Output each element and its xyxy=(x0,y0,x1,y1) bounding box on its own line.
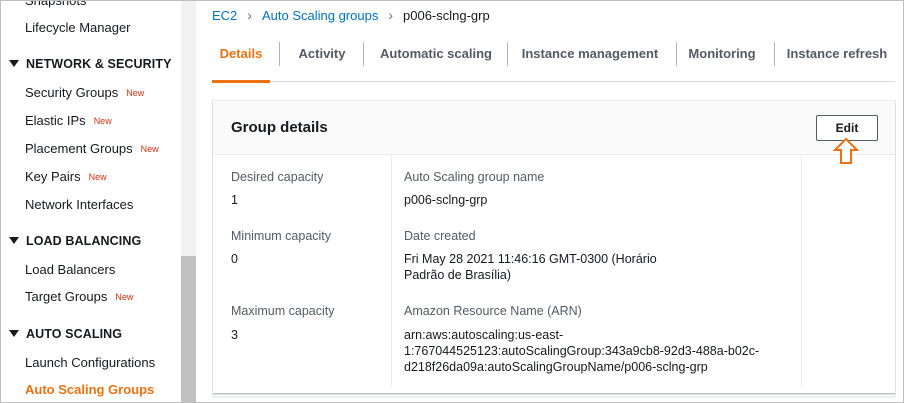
arn-value-line-2: 1:767044525123:autoScalingGroup:343a9cb8… xyxy=(404,344,760,358)
sidebar-item-label: Launch Configurations xyxy=(25,355,156,370)
sidebar-item-label: Target Groups xyxy=(25,289,108,304)
chevron-right-icon: › xyxy=(388,7,393,23)
sidebar-item-auto-scaling-groups[interactable]: Auto Scaling Groups xyxy=(25,382,154,397)
sidebar-item-label: Placement Groups xyxy=(25,141,133,156)
desired-capacity-label: Desired capacity xyxy=(231,170,324,184)
sidebar-item-label: Auto Scaling Groups xyxy=(25,382,155,397)
sidebar-item-label: Security Groups xyxy=(25,85,119,100)
tab-monitoring[interactable]: Monitoring xyxy=(686,36,758,82)
tab-divider xyxy=(363,42,364,66)
tab-instance-refresh[interactable]: Instance refresh xyxy=(786,36,888,82)
sidebar-item-label: Load Balancers xyxy=(25,262,116,277)
tab-divider xyxy=(279,42,280,66)
tab-automatic-scaling[interactable]: Automatic scaling xyxy=(376,36,496,82)
sidebar-section-label: NETWORK & SECURITY xyxy=(26,57,172,71)
up-arrow-outline-icon xyxy=(832,137,860,164)
sidebar-item-target-groups[interactable]: Target Groups New xyxy=(25,289,133,304)
breadcrumb-current: p006-sclng-grp xyxy=(403,8,490,23)
tab-bar: Details Activity Automatic scaling Insta… xyxy=(212,36,895,83)
sidebar: Snapshots Lifecycle Manager NETWORK & SE… xyxy=(0,0,196,403)
group-details-container: Group details Edit Desired capacity 1 Mi… xyxy=(213,101,895,393)
sidebar-item-snapshots[interactable]: Snapshots xyxy=(25,0,86,8)
panel-header: Group details Edit xyxy=(213,101,895,155)
sidebar-item-security-groups[interactable]: Security Groups New xyxy=(25,85,144,100)
tab-divider xyxy=(676,42,677,66)
breadcrumb-link-ec2[interactable]: EC2 xyxy=(212,8,237,23)
caret-down-icon xyxy=(9,330,19,337)
sidebar-item-label: Key Pairs xyxy=(25,169,81,184)
tab-activity[interactable]: Activity xyxy=(292,36,352,82)
column-divider xyxy=(801,155,802,387)
sidebar-section-load-balancing[interactable]: LOAD BALANCING xyxy=(9,234,141,248)
new-badge: New xyxy=(126,88,145,98)
sidebar-section-network-security[interactable]: NETWORK & SECURITY xyxy=(9,57,172,71)
group-name-value: p006-sclng-grp xyxy=(404,193,488,207)
arn-value-line-1: arn:aws:autoscaling:us-east- xyxy=(404,328,564,342)
sidebar-item-launch-configurations[interactable]: Launch Configurations xyxy=(25,355,155,370)
chevron-right-icon: › xyxy=(247,7,252,23)
date-created-value-line-1: Fri May 28 2021 11:46:16 GMT-0300 (Horár… xyxy=(404,252,657,266)
sidebar-section-label: AUTO SCALING xyxy=(26,327,123,341)
maximum-capacity-value: 3 xyxy=(231,328,238,342)
sidebar-item-elastic-ips[interactable]: Elastic IPs New xyxy=(25,113,112,128)
tab-divider xyxy=(774,42,775,66)
tab-details[interactable]: Details xyxy=(212,36,270,83)
sidebar-item-label: Elastic IPs xyxy=(25,113,86,128)
sidebar-item-load-balancers[interactable]: Load Balancers xyxy=(25,262,115,277)
sidebar-item-lifecycle-manager[interactable]: Lifecycle Manager xyxy=(25,20,131,35)
new-badge: New xyxy=(115,292,134,302)
panel-title: Group details xyxy=(231,119,328,136)
date-created-value-line-2: Padrão de Brasília) xyxy=(404,268,512,282)
sidebar-item-label: Snapshots xyxy=(25,0,87,8)
sidebar-item-key-pairs[interactable]: Key Pairs New xyxy=(25,169,107,184)
minimum-capacity-label: Minimum capacity xyxy=(231,229,332,243)
sidebar-item-network-interfaces[interactable]: Network Interfaces xyxy=(25,197,133,212)
minimum-capacity-value: 0 xyxy=(231,252,238,266)
date-created-label: Date created xyxy=(404,229,476,243)
breadcrumb: EC2 › Auto Scaling groups › p006-sclng-grp xyxy=(212,7,490,23)
sidebar-section-auto-scaling[interactable]: AUTO SCALING xyxy=(9,327,122,341)
sidebar-item-label: Network Interfaces xyxy=(25,197,134,212)
sidebar-section-label: LOAD BALANCING xyxy=(26,234,142,248)
sidebar-item-label: Lifecycle Manager xyxy=(25,20,131,35)
tab-instance-management[interactable]: Instance management xyxy=(520,36,660,82)
maximum-capacity-label: Maximum capacity xyxy=(231,304,335,318)
arn-label: Amazon Resource Name (ARN) xyxy=(404,304,582,318)
new-badge: New xyxy=(140,144,159,154)
new-badge: New xyxy=(93,116,112,126)
column-divider xyxy=(391,155,392,387)
caret-down-icon xyxy=(9,60,19,67)
sidebar-item-placement-groups[interactable]: Placement Groups New xyxy=(25,141,159,156)
desired-capacity-value: 1 xyxy=(231,193,238,207)
caret-down-icon xyxy=(9,237,19,244)
group-name-label: Auto Scaling group name xyxy=(404,170,545,184)
new-badge: New xyxy=(88,172,107,182)
breadcrumb-link-auto-scaling-groups[interactable]: Auto Scaling groups xyxy=(262,8,378,23)
group-details-panel: Group details Edit Desired capacity 1 Mi… xyxy=(212,100,896,398)
tab-divider xyxy=(507,42,508,66)
arn-value-line-3: d218f26da09a:autoScalingGroupName/p006-s… xyxy=(404,360,708,374)
sidebar-scrollbar-thumb[interactable] xyxy=(181,256,196,403)
